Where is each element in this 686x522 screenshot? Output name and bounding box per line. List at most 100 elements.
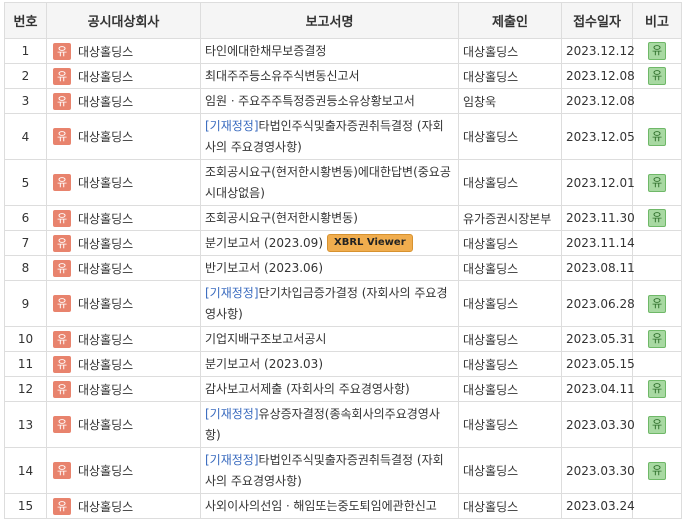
note-cell: 유: [632, 401, 682, 448]
company-cell: 유 대상홀딩스: [46, 280, 201, 327]
corp-class-badge: 유: [53, 355, 71, 373]
report-link[interactable]: 기업지배구조보고서공시: [205, 332, 326, 346]
date-cell: 2023.12.01: [561, 159, 635, 206]
date-cell: 2023.03.30: [561, 447, 635, 494]
submitter-cell: 대상홀딩스: [458, 38, 562, 64]
company-link[interactable]: 대상홀딩스: [78, 95, 133, 109]
submitter-cell: 유가증권시장본부: [458, 205, 562, 231]
report-link[interactable]: 타인에대한채무보증결정: [205, 44, 326, 58]
report-link[interactable]: 분기보고서 (2023.03): [205, 357, 323, 371]
table-body: 1 유 대상홀딩스 타인에대한채무보증결정 대상홀딩스 2023.12.12 유 2 유 대상홀딩…: [4, 38, 682, 519]
submitter-cell: 대상홀딩스: [458, 351, 562, 377]
note-cell: 유: [632, 113, 682, 160]
row-number: 9: [4, 280, 47, 327]
report-cell: 타인에대한채무보증결정: [200, 38, 459, 64]
report-cell: 기업지배구조보고서공시: [200, 326, 459, 352]
date-cell: 2023.12.05: [561, 113, 635, 160]
corp-class-badge: 유: [53, 174, 71, 191]
corp-class-badge: 유: [53, 42, 71, 60]
corp-class-badge: 유: [53, 67, 71, 85]
header-no[interactable]: 번호: [4, 2, 47, 39]
row-number: 10: [4, 326, 47, 352]
header-company[interactable]: 공시대상회사: [46, 2, 201, 39]
report-cell: 최대주주등소유주식변동신고서: [200, 63, 459, 89]
report-link[interactable]: 감사보고서제출 (자회사의 주요경영사항): [205, 382, 410, 396]
company-cell: 유 대상홀딩스: [46, 447, 201, 494]
company-link[interactable]: 대상홀딩스: [78, 212, 133, 226]
company-cell: 유 대상홀딩스: [46, 376, 201, 402]
note-cell: 유: [632, 376, 682, 402]
company-link[interactable]: 대상홀딩스: [78, 237, 133, 251]
note-badge: 유: [648, 415, 666, 434]
xbrl-viewer-button[interactable]: XBRL Viewer: [327, 234, 413, 252]
corp-class-badge: 유: [53, 128, 71, 145]
amend-tag[interactable]: [기재정정]: [205, 453, 259, 467]
report-link[interactable]: 조회공시요구(현저한시황변동)에대한답변(중요공시대상없음): [205, 165, 451, 200]
company-link[interactable]: 대상홀딩스: [78, 358, 133, 372]
note-cell: [632, 230, 682, 256]
note-cell: 유: [632, 63, 682, 89]
report-cell: [기재정정]유상증자결정(종속회사의주요경영사항): [200, 401, 459, 448]
amend-tag[interactable]: [기재정정]: [205, 119, 259, 133]
note-cell: 유: [632, 159, 682, 206]
company-link[interactable]: 대상홀딩스: [78, 297, 133, 311]
submitter-cell: 대상홀딩스: [458, 63, 562, 89]
corp-class-badge: 유: [53, 259, 71, 277]
table-row: 15 유 대상홀딩스 사외이사의선임ㆍ해임또는중도퇴임에관한신고 대상홀딩스 2023.0…: [4, 493, 682, 519]
report-cell: 반기보고서 (2023.06): [200, 255, 459, 281]
date-cell: 2023.06.28: [561, 280, 635, 327]
report-cell: 분기보고서 (2023.03): [200, 351, 459, 377]
company-cell: 유 대상홀딩스: [46, 493, 201, 519]
company-link[interactable]: 대상홀딩스: [78, 130, 133, 144]
amend-tag[interactable]: [기재정정]: [205, 407, 259, 421]
report-link[interactable]: 임원ㆍ주요주주특정증권등소유상황보고서: [205, 94, 415, 108]
company-cell: 유 대상홀딩스: [46, 159, 201, 206]
report-link[interactable]: 반기보고서 (2023.06): [205, 261, 323, 275]
company-link[interactable]: 대상홀딩스: [78, 500, 133, 514]
row-number: 14: [4, 447, 47, 494]
note-badge: 유: [648, 173, 666, 192]
note-cell: 유: [632, 326, 682, 352]
table-row: 13 유 대상홀딩스 [기재정정]유상증자결정(종속회사의주요경영사항) 대상홀딩스 20…: [4, 401, 682, 448]
table-row: 2 유 대상홀딩스 최대주주등소유주식변동신고서 대상홀딩스 2023.12.08 유: [4, 63, 682, 89]
header-submitter[interactable]: 제출인: [458, 2, 562, 39]
header-note[interactable]: 비고: [632, 2, 682, 39]
report-link[interactable]: 조회공시요구(현저한시황변동): [205, 211, 358, 225]
report-cell: 사외이사의선임ㆍ해임또는중도퇴임에관한신고: [200, 493, 459, 519]
amend-tag[interactable]: [기재정정]: [205, 286, 259, 300]
company-cell: 유 대상홀딩스: [46, 351, 201, 377]
submitter-cell: 대상홀딩스: [458, 447, 562, 494]
submitter-cell: 대상홀딩스: [458, 159, 562, 206]
header-report[interactable]: 보고서명: [200, 2, 459, 39]
submitter-cell: 대상홀딩스: [458, 230, 562, 256]
report-link[interactable]: 사외이사의선임ㆍ해임또는중도퇴임에관한신고: [205, 499, 437, 513]
note-badge: 유: [648, 380, 666, 398]
company-link[interactable]: 대상홀딩스: [78, 262, 133, 276]
company-link[interactable]: 대상홀딩스: [78, 464, 133, 478]
report-cell: 조회공시요구(현저한시황변동)에대한답변(중요공시대상없음): [200, 159, 459, 206]
note-badge: 유: [648, 127, 666, 146]
note-cell: 유: [632, 447, 682, 494]
report-link[interactable]: 분기보고서 (2023.09): [205, 236, 323, 250]
company-cell: 유 대상홀딩스: [46, 205, 201, 231]
corp-class-badge: 유: [53, 330, 71, 348]
company-link[interactable]: 대상홀딩스: [78, 176, 133, 190]
date-cell: 2023.03.30: [561, 401, 635, 448]
company-link[interactable]: 대상홀딩스: [78, 383, 133, 397]
report-link[interactable]: 최대주주등소유주식변동신고서: [205, 69, 360, 83]
company-link[interactable]: 대상홀딩스: [78, 333, 133, 347]
company-link[interactable]: 대상홀딩스: [78, 45, 133, 59]
row-number: 5: [4, 159, 47, 206]
corp-class-badge: 유: [53, 295, 71, 312]
date-cell: 2023.05.15: [561, 351, 635, 377]
company-cell: 유 대상홀딩스: [46, 113, 201, 160]
report-cell: [기재정정]단기차입금증가결정 (자회사의 주요경영사항): [200, 280, 459, 327]
company-cell: 유 대상홀딩스: [46, 401, 201, 448]
company-link[interactable]: 대상홀딩스: [78, 70, 133, 84]
company-link[interactable]: 대상홀딩스: [78, 418, 133, 432]
note-cell: 유: [632, 205, 682, 231]
report-cell: 분기보고서 (2023.09) XBRL Viewer: [200, 230, 459, 256]
note-badge: 유: [648, 209, 666, 227]
submitter-cell: 임창욱: [458, 88, 562, 114]
header-date[interactable]: 접수일자: [561, 2, 633, 39]
